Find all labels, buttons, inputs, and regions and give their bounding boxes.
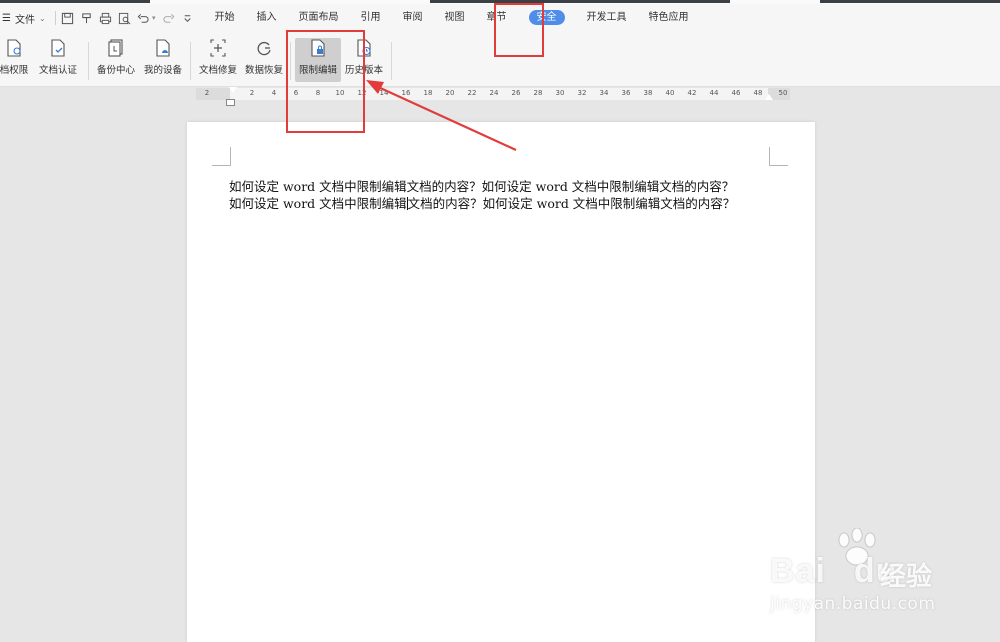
tab-view[interactable]: 视图 [434, 4, 476, 32]
ruler-number: 36 [621, 89, 631, 97]
document-line: 如何设定 word 文档中限制编辑文档的内容？如何设定 word 文档中限制编辑… [229, 196, 736, 211]
ruler-number: 16 [401, 89, 411, 97]
ruler-number: 24 [489, 89, 499, 97]
tab-review[interactable]: 审阅 [392, 4, 434, 32]
ruler-number: 44 [709, 89, 719, 97]
tab-home[interactable]: 开始 [204, 4, 246, 32]
tab-page-layout[interactable]: 页面布局 [288, 4, 350, 32]
ribbon-label: 数据恢复 [244, 65, 283, 76]
undo-dropdown-icon[interactable]: ▾ [152, 14, 156, 22]
hamburger-icon: ☰ [2, 12, 11, 24]
ruler-number: 42 [687, 89, 697, 97]
undo-icon[interactable] [137, 12, 150, 25]
tab-references[interactable]: 引用 [350, 4, 392, 32]
document-repair-icon [208, 38, 228, 58]
chevron-down-icon: ⌄ [38, 13, 46, 23]
ruler-number: 2 [204, 89, 210, 97]
data-recovery-button[interactable]: 数据恢复 [242, 38, 286, 82]
ribbon-label: 文档修复 [198, 65, 237, 76]
tab-insert[interactable]: 插入 [246, 4, 288, 32]
document-certify-button[interactable]: 文档认证 [36, 38, 80, 82]
first-line-indent-marker[interactable] [229, 87, 237, 93]
ruler-number: 38 [643, 89, 653, 97]
right-indent-marker[interactable] [765, 94, 773, 100]
quick-access-toolbar: ▾ [61, 12, 194, 25]
tab-special-apps[interactable]: 特色应用 [638, 4, 700, 32]
baidu-jingyan-watermark: Bai du 经验 jingyan.baidu.com [770, 528, 970, 620]
watermark-cn-text: 经验 [880, 562, 933, 592]
ribbon-label: 档权限 [0, 65, 29, 76]
document-permission-button[interactable]: 档权限 [0, 38, 32, 82]
left-indent-marker[interactable] [226, 99, 235, 106]
margin-corner-mark [212, 147, 231, 166]
watermark-logo-text: Bai du [770, 552, 898, 590]
file-menu[interactable]: ☰ 文件 ⌄ [0, 11, 50, 26]
ribbon-divider [88, 42, 89, 80]
ruler-number: 50 [778, 89, 788, 97]
save-icon[interactable] [61, 12, 74, 25]
my-device-icon [153, 38, 173, 58]
ribbon-label: 文档认证 [38, 65, 77, 76]
document-page[interactable]: 如何设定 word 文档中限制编辑文档的内容？如何设定 word 文档中限制编辑… [187, 122, 815, 642]
backup-center-icon [106, 38, 126, 58]
ruler-number: 34 [599, 89, 609, 97]
divider [55, 11, 56, 25]
document-body[interactable]: 如何设定 word 文档中限制编辑文档的内容？如何设定 word 文档中限制编辑… [229, 178, 749, 212]
annotation-box-restrict-edit [286, 30, 365, 133]
document-certify-icon [48, 38, 68, 58]
document-repair-button[interactable]: 文档修复 [196, 38, 240, 82]
ribbon-divider [391, 42, 392, 80]
ruler-number: 22 [467, 89, 477, 97]
redo-icon[interactable] [162, 12, 175, 25]
document-line: 如何设定 word 文档中限制编辑文档的内容？如何设定 word 文档中限制编辑… [229, 179, 735, 194]
backup-center-button[interactable]: 备份中心 [94, 38, 138, 82]
ruler-number: 14 [379, 89, 389, 97]
ruler-number: 48 [753, 89, 763, 97]
annotation-box-security-tab [494, 3, 544, 57]
data-recovery-icon [254, 38, 274, 58]
ruler-number: 18 [423, 89, 433, 97]
tab-developer-tools[interactable]: 开发工具 [576, 4, 638, 32]
print-icon[interactable] [99, 12, 112, 25]
ruler-number: 4 [271, 89, 277, 97]
ruler-number: 40 [665, 89, 675, 97]
margin-corner-mark [769, 147, 788, 166]
ribbon-tabs: 开始 插入 页面布局 引用 审阅 视图 章节 安全 开发工具 特色应用 [204, 4, 700, 32]
watermark-url: jingyan.baidu.com [770, 594, 936, 614]
my-device-button[interactable]: 我的设备 [141, 38, 185, 82]
ruler-number: 32 [577, 89, 587, 97]
ribbon-label: 我的设备 [143, 65, 182, 76]
ruler-number: 30 [555, 89, 565, 97]
ribbon-label: 备份中心 [96, 65, 135, 76]
ribbon-divider [190, 42, 191, 80]
ruler-number: 28 [533, 89, 543, 97]
ruler-number: 26 [511, 89, 521, 97]
format-painter-icon[interactable] [80, 12, 93, 25]
file-menu-label: 文件 [14, 14, 35, 26]
customize-toolbar-icon[interactable] [181, 12, 194, 25]
ruler-number: 20 [445, 89, 455, 97]
ruler-number: 46 [731, 89, 741, 97]
print-preview-icon[interactable] [118, 12, 131, 25]
document-permission-icon [4, 38, 24, 58]
ruler-number: 2 [249, 89, 255, 97]
